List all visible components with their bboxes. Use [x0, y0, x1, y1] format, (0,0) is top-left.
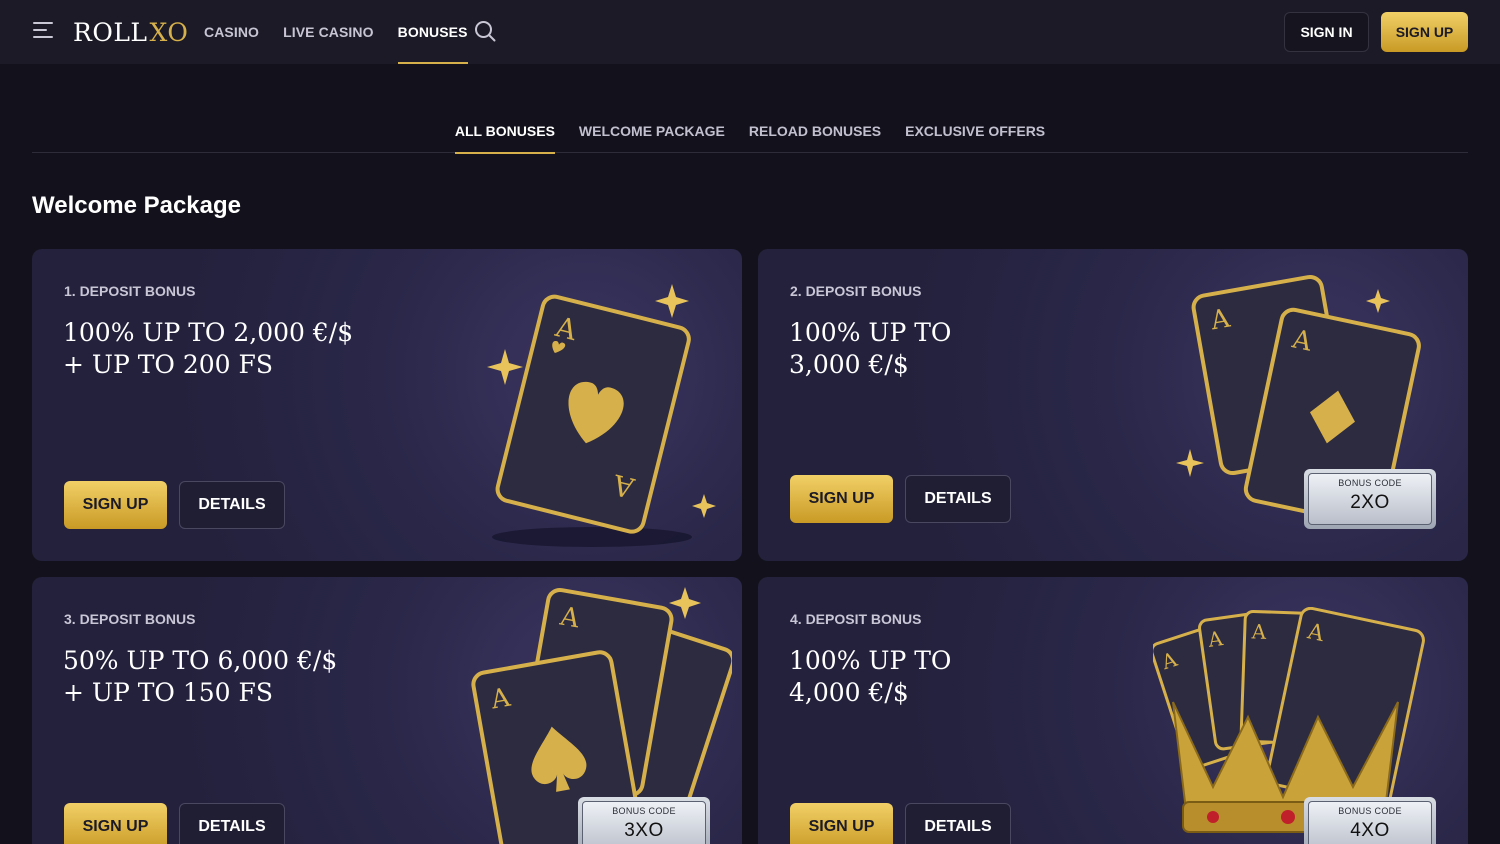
logo[interactable]: ROLL XO [73, 16, 188, 48]
bonus-tabs: ALL BONUSES WELCOME PACKAGE RELOAD BONUS… [32, 114, 1468, 154]
details-button[interactable]: DETAILS [905, 475, 1011, 523]
bonus-card-1: 1. DEPOSIT BONUS 100% UP TO 2,000 €/$ + … [32, 249, 742, 561]
card-label: 4. DEPOSIT BONUS [790, 611, 922, 627]
card-label: 1. DEPOSIT BONUS [64, 283, 196, 299]
sign-up-button[interactable]: SIGN UP [64, 803, 167, 844]
nav-casino[interactable]: CASINO [204, 0, 259, 64]
section-title: Welcome Package [32, 192, 242, 219]
bonus-code-badge: BONUS CODE 4XO [1304, 797, 1436, 844]
bonus-card-4: 4. DEPOSIT BONUS 100% UP TO 4,000 €/$ SI… [758, 577, 1468, 844]
ace-of-hearts-icon: A A [487, 284, 716, 547]
headline-line-2: + UP TO 150 FS [63, 678, 273, 707]
headline-line-1: 50% UP TO 6,000 €/$ [63, 646, 338, 675]
bonus-code-value: 3XO [624, 820, 664, 841]
card-label: 3. DEPOSIT BONUS [64, 611, 196, 627]
top-bar: ROLL XO CASINO LIVE CASINO BONUSES SIGN I… [0, 0, 1500, 64]
tab-welcome-package[interactable]: WELCOME PACKAGE [579, 114, 725, 153]
logo-accent: XO [149, 17, 189, 47]
headline-line-1: 100% UP TO 2,000 €/$ [63, 318, 354, 347]
nav-live-casino[interactable]: LIVE CASINO [283, 0, 374, 64]
card-headline: 100% UP TO 2,000 €/$ + UP TO 200 FS [63, 317, 423, 381]
bonus-card-2: 2. DEPOSIT BONUS 100% UP TO 3,000 €/$ SI… [758, 249, 1468, 561]
headline-line-1: 100% UP TO [789, 318, 952, 347]
tab-all-bonuses[interactable]: ALL BONUSES [454, 114, 556, 154]
card-headline: 100% UP TO 3,000 €/$ [789, 317, 1149, 381]
sign-up-button[interactable]: SIGN UP [64, 481, 167, 529]
bonus-code-label: BONUS CODE [1338, 478, 1402, 488]
headline-line-2: + UP TO 200 FS [63, 350, 273, 379]
svg-text:A: A [1250, 619, 1267, 644]
details-button[interactable]: DETAILS [179, 481, 285, 529]
sign-in-button[interactable]: SIGN IN [1284, 12, 1369, 52]
bonus-code-label: BONUS CODE [612, 806, 676, 816]
headline-line-1: 100% UP TO [789, 646, 952, 675]
logo-text: ROLL [73, 17, 148, 47]
menu-icon[interactable] [33, 22, 55, 40]
sign-up-button[interactable]: SIGN UP [790, 803, 893, 844]
sign-up-button[interactable]: SIGN UP [790, 475, 893, 523]
bonus-code-value: 2XO [1350, 492, 1390, 513]
headline-line-2: 4,000 €/$ [789, 678, 909, 707]
tab-reload-bonuses[interactable]: RELOAD BONUSES [749, 114, 881, 153]
sign-up-button[interactable]: SIGN UP [1381, 12, 1468, 52]
card-headline: 100% UP TO 4,000 €/$ [789, 645, 1149, 709]
search-icon[interactable] [474, 20, 496, 42]
bonus-code-label: BONUS CODE [1338, 806, 1402, 816]
tab-exclusive-offers[interactable]: EXCLUSIVE OFFERS [905, 114, 1045, 153]
bonus-card-3: 3. DEPOSIT BONUS 50% UP TO 6,000 €/$ + U… [32, 577, 742, 844]
card-label: 2. DEPOSIT BONUS [790, 283, 922, 299]
bonus-code-badge: BONUS CODE 2XO [1304, 469, 1436, 529]
bonus-code-value: 4XO [1350, 820, 1390, 841]
main-nav: CASINO LIVE CASINO BONUSES [204, 0, 492, 64]
details-button[interactable]: DETAILS [905, 803, 1011, 844]
card-headline: 50% UP TO 6,000 €/$ + UP TO 150 FS [63, 645, 423, 709]
bonus-code-badge: BONUS CODE 3XO [578, 797, 710, 844]
nav-bonuses[interactable]: BONUSES [397, 0, 468, 64]
headline-line-2: 3,000 €/$ [789, 350, 909, 379]
details-button[interactable]: DETAILS [179, 803, 285, 844]
